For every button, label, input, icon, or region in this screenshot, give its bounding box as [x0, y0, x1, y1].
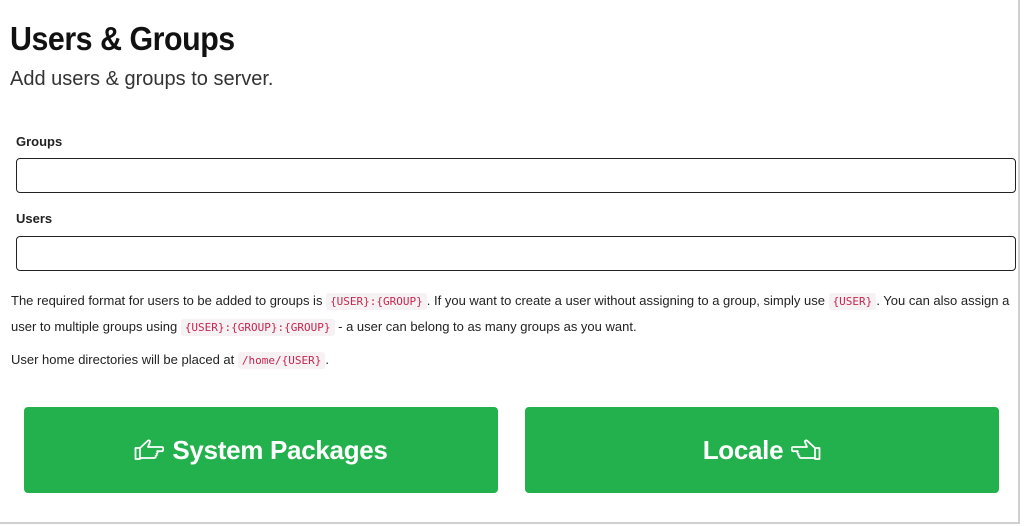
format-code-multi-group: {USER}:{GROUP}:{GROUP}	[180, 319, 335, 336]
help-text-part: User home directories will be placed at	[11, 352, 238, 367]
users-input[interactable]	[16, 236, 1016, 271]
locale-button[interactable]: Locale	[525, 407, 999, 493]
home-dir-help-text: User home directories will be placed at …	[11, 347, 1011, 373]
format-help-text: The required format for users to be adde…	[11, 288, 1011, 340]
help-text-part: .	[325, 352, 329, 367]
hand-point-left-icon	[134, 439, 165, 460]
hand-point-right-icon	[791, 439, 821, 460]
help-text-part: . If you want to create a user without a…	[426, 293, 829, 308]
help-text-part: The required format for users to be adde…	[11, 293, 327, 308]
help-text-part: - a user can belong to as many groups as…	[334, 319, 637, 334]
users-label: Users	[16, 211, 53, 226]
locale-label: Locale	[702, 434, 784, 465]
groups-input[interactable]	[16, 158, 1016, 193]
groups-label: Groups	[16, 134, 63, 149]
page-title: Users & Groups	[10, 20, 235, 57]
format-code-user-group: {USER}:{GROUP}	[326, 293, 427, 310]
format-code-user: {USER}	[828, 293, 877, 310]
system-packages-button[interactable]: System Packages	[24, 407, 498, 493]
page-subtitle: Add users & groups to server.	[10, 68, 274, 90]
page: Users & Groups Add users & groups to ser…	[0, 0, 1020, 524]
home-dir-code: /home/{USER}	[237, 352, 326, 369]
system-packages-label: System Packages	[172, 434, 388, 465]
